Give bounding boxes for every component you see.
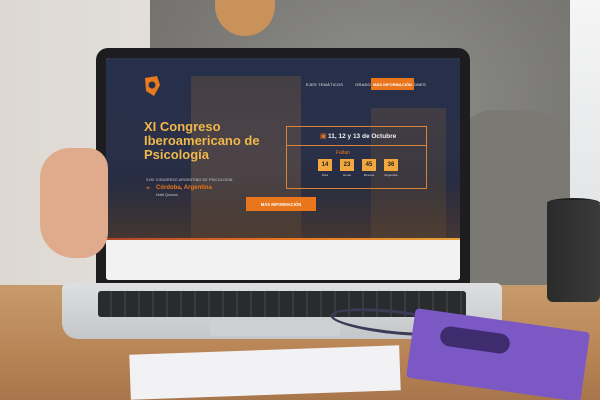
paper-sheet bbox=[129, 345, 401, 400]
counter-minutes: 45 Minutos bbox=[362, 159, 376, 177]
counter-label: Días bbox=[321, 173, 329, 177]
hero-section: EJES TEMÁTICOS ORADORES INSCRIPCIONES MÁ… bbox=[106, 58, 460, 240]
event-location: Córdoba, Argentina bbox=[156, 185, 212, 191]
coffee-mug bbox=[547, 200, 600, 302]
nav-more-info-button[interactable]: MÁS INFORMACIÓN bbox=[371, 78, 414, 90]
photo-scene: EJES TEMÁTICOS ORADORES INSCRIPCIONES MÁ… bbox=[0, 0, 600, 400]
counter-label: Segundos bbox=[384, 173, 398, 177]
counter-days: 14 Días bbox=[318, 159, 332, 177]
laptop-trackpad bbox=[210, 320, 340, 336]
counter-label: Minutos bbox=[363, 173, 375, 177]
counter-value: 23 bbox=[340, 159, 354, 171]
counter-value: 36 bbox=[384, 159, 398, 171]
counter-label: Horas bbox=[342, 173, 351, 177]
countdown-counters: 14 Días 23 Horas 45 Minutos 36 Segundos bbox=[318, 159, 398, 177]
person-hand bbox=[40, 148, 108, 258]
countdown-divider bbox=[286, 145, 427, 146]
page-subtitle: XVIII CONGRESO ARGENTINO DE PSICOLOGÍA bbox=[146, 178, 233, 182]
counter-value: 14 bbox=[318, 159, 332, 171]
location-pin-icon: ⌖ bbox=[146, 185, 150, 192]
countdown-label: Faltan bbox=[336, 150, 350, 156]
calendar-icon: ▣ bbox=[320, 133, 327, 140]
page-title: XI Congreso Iberoamericano de Psicología bbox=[144, 119, 260, 162]
event-dates: 11, 12 y 13 de Octubre bbox=[328, 133, 397, 140]
counter-seconds: 36 Segundos bbox=[384, 159, 398, 177]
page-lower-section bbox=[106, 240, 460, 280]
more-info-button[interactable]: MÁS INFORMACIÓN bbox=[246, 197, 316, 211]
laptop-screen: EJES TEMÁTICOS ORADORES INSCRIPCIONES MÁ… bbox=[106, 58, 460, 280]
nav-ejes[interactable]: EJES TEMÁTICOS bbox=[306, 82, 343, 87]
counter-value: 45 bbox=[362, 159, 376, 171]
counter-hours: 23 Horas bbox=[340, 159, 354, 177]
event-venue: Hotel Quorum bbox=[156, 193, 178, 197]
psychology-logo-icon[interactable] bbox=[142, 74, 162, 98]
